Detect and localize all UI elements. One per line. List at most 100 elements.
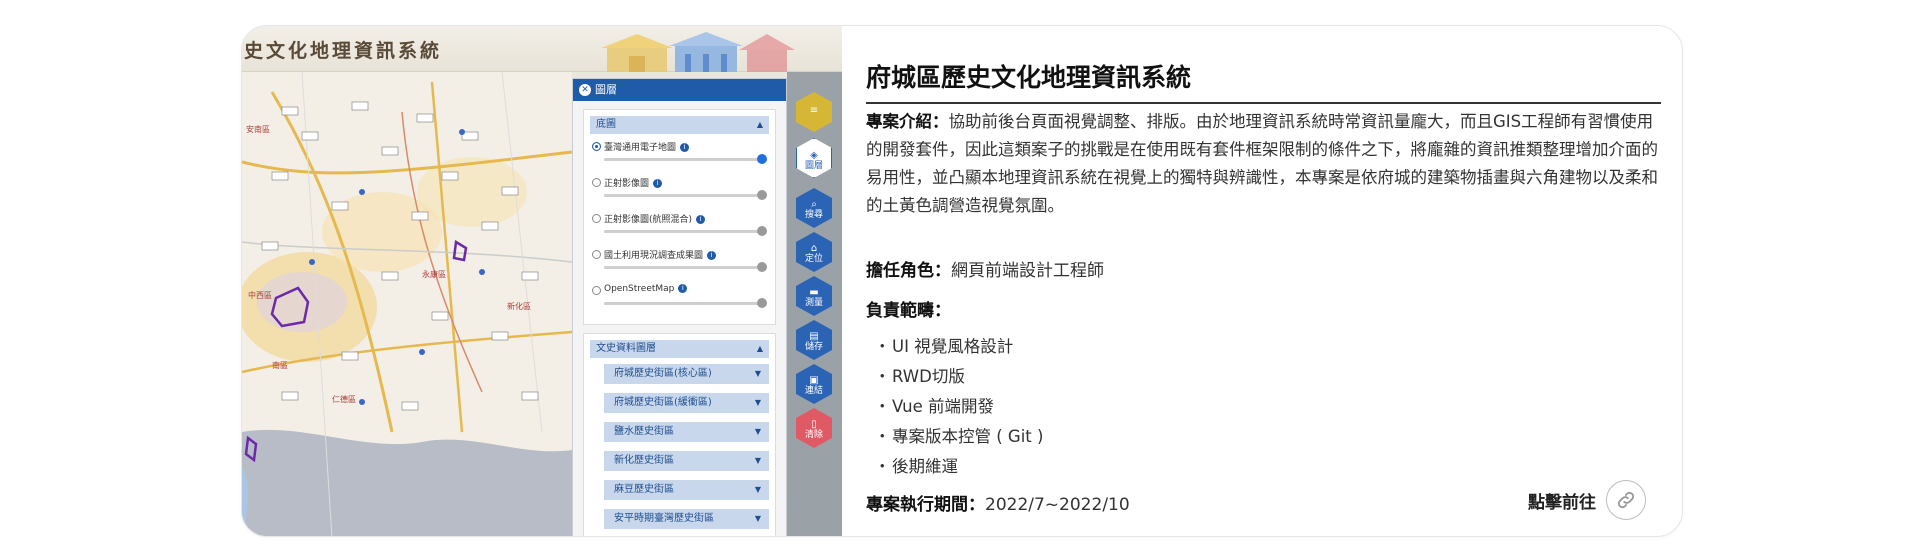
chevron-up-icon: ▲ bbox=[756, 120, 763, 129]
slider-handle[interactable] bbox=[757, 298, 767, 308]
info-icon[interactable]: i bbox=[678, 284, 688, 293]
culture-layer-label: 文史資料圖層 bbox=[596, 343, 656, 354]
opacity-slider[interactable] bbox=[604, 262, 767, 272]
radio-icon[interactable] bbox=[592, 286, 601, 295]
screenshot-header: 史文化地理資訊系統 bbox=[242, 26, 842, 72]
visit-link[interactable]: 點擊前往 bbox=[1528, 480, 1646, 520]
culture-layer-item-label: 府城歷史街區(緩衝區) bbox=[614, 397, 712, 408]
list-item-text: 後期維運 bbox=[892, 457, 958, 476]
project-period: 專案執行期間：2022/7~2022/10 bbox=[866, 490, 1130, 515]
chevron-down-icon: ▼ bbox=[754, 369, 761, 378]
layer-panel: ✕ 圖層 底圖 ▲ 臺灣通用電子地圖 i 正射影像圖 i 正射影像圖(航照混合)… bbox=[572, 78, 787, 536]
chevron-down-icon: ▼ bbox=[754, 398, 761, 407]
clear-tool-button[interactable]: ▯ 清除 bbox=[796, 408, 832, 448]
info-icon[interactable]: i bbox=[707, 251, 717, 260]
link-tool-button[interactable]: ▣ 連結 bbox=[796, 364, 832, 404]
slider-handle[interactable] bbox=[757, 262, 767, 272]
save-tool-button[interactable]: ▤ 儲存 bbox=[796, 320, 832, 360]
opacity-slider[interactable] bbox=[604, 190, 767, 200]
tool-label: 清除 bbox=[804, 430, 823, 440]
locate-tool-button[interactable]: ⌂ 定位 bbox=[796, 232, 832, 272]
layer-panel-title: 圖層 bbox=[595, 83, 617, 96]
culture-layer-item[interactable]: 新化歷史街區 ▼ bbox=[604, 451, 769, 471]
measure-tool-button[interactable]: ▬ 測量 bbox=[796, 276, 832, 316]
map-canvas[interactable]: 新化區 安南區 中西區 南區 仁德區 永康區 bbox=[242, 72, 572, 536]
measure-icon: ▬ bbox=[809, 287, 819, 298]
list-item-text: RWD切版 bbox=[892, 367, 965, 386]
town-label: 中西區 bbox=[248, 290, 272, 300]
culture-layer-header[interactable]: 文史資料圖層 ▲ bbox=[590, 340, 769, 358]
chevron-down-icon: ▼ bbox=[754, 514, 761, 523]
bullet: ・ bbox=[874, 397, 891, 416]
chevron-down-icon: ▼ bbox=[754, 485, 761, 494]
basemap-option-label: 臺灣通用電子地圖 bbox=[604, 143, 677, 153]
culture-layer-item[interactable]: 鹽水歷史街區 ▼ bbox=[604, 422, 769, 442]
basemap-option[interactable]: 國土利用現況調查成果圖 i bbox=[590, 248, 769, 284]
radio-icon[interactable] bbox=[592, 178, 601, 187]
radio-selected-icon[interactable] bbox=[592, 142, 601, 151]
screenshot-title: 史文化地理資訊系統 bbox=[244, 40, 443, 62]
culture-layer-item-label: 鹽水歷史街區 bbox=[614, 426, 674, 437]
basemap-option-label: 正射影像圖 bbox=[604, 179, 650, 189]
bullet: ・ bbox=[874, 367, 891, 386]
town-label: 南區 bbox=[272, 360, 288, 370]
list-item-text: UI 視覺風格設計 bbox=[892, 337, 1014, 356]
layer-panel-header: ✕ 圖層 bbox=[573, 79, 786, 101]
culture-layer-item[interactable]: 府城歷史街區(核心區) ▼ bbox=[604, 364, 769, 384]
opacity-slider[interactable] bbox=[604, 154, 767, 164]
tool-label: 儲存 bbox=[804, 342, 823, 352]
basemap-option-label: OpenStreetMap bbox=[604, 284, 675, 294]
menu-icon: ≡ bbox=[809, 105, 819, 116]
project-title: 府城區歷史文化地理資訊系統 bbox=[866, 58, 1661, 104]
culture-layer-item[interactable]: 府城歷史街區(緩衝區) ▼ bbox=[604, 393, 769, 413]
tool-label: 連結 bbox=[804, 386, 823, 396]
close-icon[interactable]: ✕ bbox=[579, 84, 591, 96]
tool-rail: ≡ ◈ 圖層 ⌕ 搜尋 ⌂ 定位 ▬ 測量 ▤ 儲存 ▣ 連結 ▯ 清除 bbox=[787, 72, 842, 536]
list-item: ・RWD切版 bbox=[874, 362, 1043, 392]
basemap-label: 底圖 bbox=[596, 119, 616, 130]
tool-label: 搜尋 bbox=[804, 210, 823, 220]
bullet: ・ bbox=[874, 337, 891, 356]
scope-label: 負責範疇： bbox=[866, 301, 951, 321]
list-item-text: Vue 前端開發 bbox=[892, 397, 995, 416]
bullet: ・ bbox=[874, 427, 891, 446]
opacity-slider[interactable] bbox=[604, 298, 767, 308]
basemap-option[interactable]: 正射影像圖(航照混合) i bbox=[590, 212, 769, 248]
slider-handle[interactable] bbox=[757, 226, 767, 236]
list-item: ・UI 視覺風格設計 bbox=[874, 332, 1043, 362]
locate-icon: ⌂ bbox=[810, 243, 818, 254]
trash-icon: ▯ bbox=[811, 419, 817, 430]
search-icon: ⌕ bbox=[811, 199, 817, 210]
map-graphic: 新化區 安南區 中西區 南區 仁德區 永康區 bbox=[242, 72, 572, 536]
visit-link-button[interactable] bbox=[1606, 480, 1646, 520]
info-icon[interactable]: i bbox=[653, 179, 663, 188]
basemap-group: 底圖 ▲ 臺灣通用電子地圖 i 正射影像圖 i 正射影像圖(航照混合) i 國土… bbox=[583, 109, 776, 325]
slider-handle[interactable] bbox=[757, 154, 767, 164]
period-value: 2022/7~2022/10 bbox=[985, 495, 1130, 515]
layer-tool-button[interactable]: ◈ 圖層 bbox=[796, 138, 832, 178]
info-icon[interactable]: i bbox=[696, 215, 706, 224]
basemap-option[interactable]: OpenStreetMap i bbox=[590, 284, 769, 320]
culture-layer-item[interactable]: 麻豆歷史街區 ▼ bbox=[604, 480, 769, 500]
chevron-down-icon: ▼ bbox=[754, 456, 761, 465]
opacity-slider[interactable] bbox=[604, 226, 767, 236]
culture-layer-group: 文史資料圖層 ▲ 府城歷史街區(核心區) ▼ 府城歷史街區(緩衝區) ▼ 鹽水歷史街… bbox=[583, 333, 776, 536]
radio-icon[interactable] bbox=[592, 214, 601, 223]
info-icon[interactable]: i bbox=[680, 143, 690, 152]
culture-layer-item-label: 安平時期臺灣歷史街區 bbox=[614, 513, 714, 524]
basemap-option[interactable]: 正射影像圖 i bbox=[590, 176, 769, 212]
culture-layer-item[interactable]: 安平時期臺灣歷史街區 ▼ bbox=[604, 509, 769, 529]
culture-layer-item-label: 麻豆歷史街區 bbox=[614, 484, 674, 495]
town-label: 新化區 bbox=[507, 301, 531, 311]
basemap-option[interactable]: 臺灣通用電子地圖 i bbox=[590, 140, 769, 176]
list-item: ・後期維運 bbox=[874, 452, 1043, 482]
building-illustration bbox=[669, 32, 743, 72]
search-tool-button[interactable]: ⌕ 搜尋 bbox=[796, 188, 832, 228]
basemap-header[interactable]: 底圖 ▲ bbox=[590, 116, 769, 134]
basemap-option-label: 國土利用現況調查成果圖 bbox=[604, 251, 704, 261]
culture-layer-item-label: 新化歷史街區 bbox=[614, 455, 674, 466]
chevron-down-icon: ▼ bbox=[754, 427, 761, 436]
slider-handle[interactable] bbox=[757, 190, 767, 200]
radio-icon[interactable] bbox=[592, 250, 601, 259]
menu-tool-button[interactable]: ≡ bbox=[796, 92, 832, 132]
